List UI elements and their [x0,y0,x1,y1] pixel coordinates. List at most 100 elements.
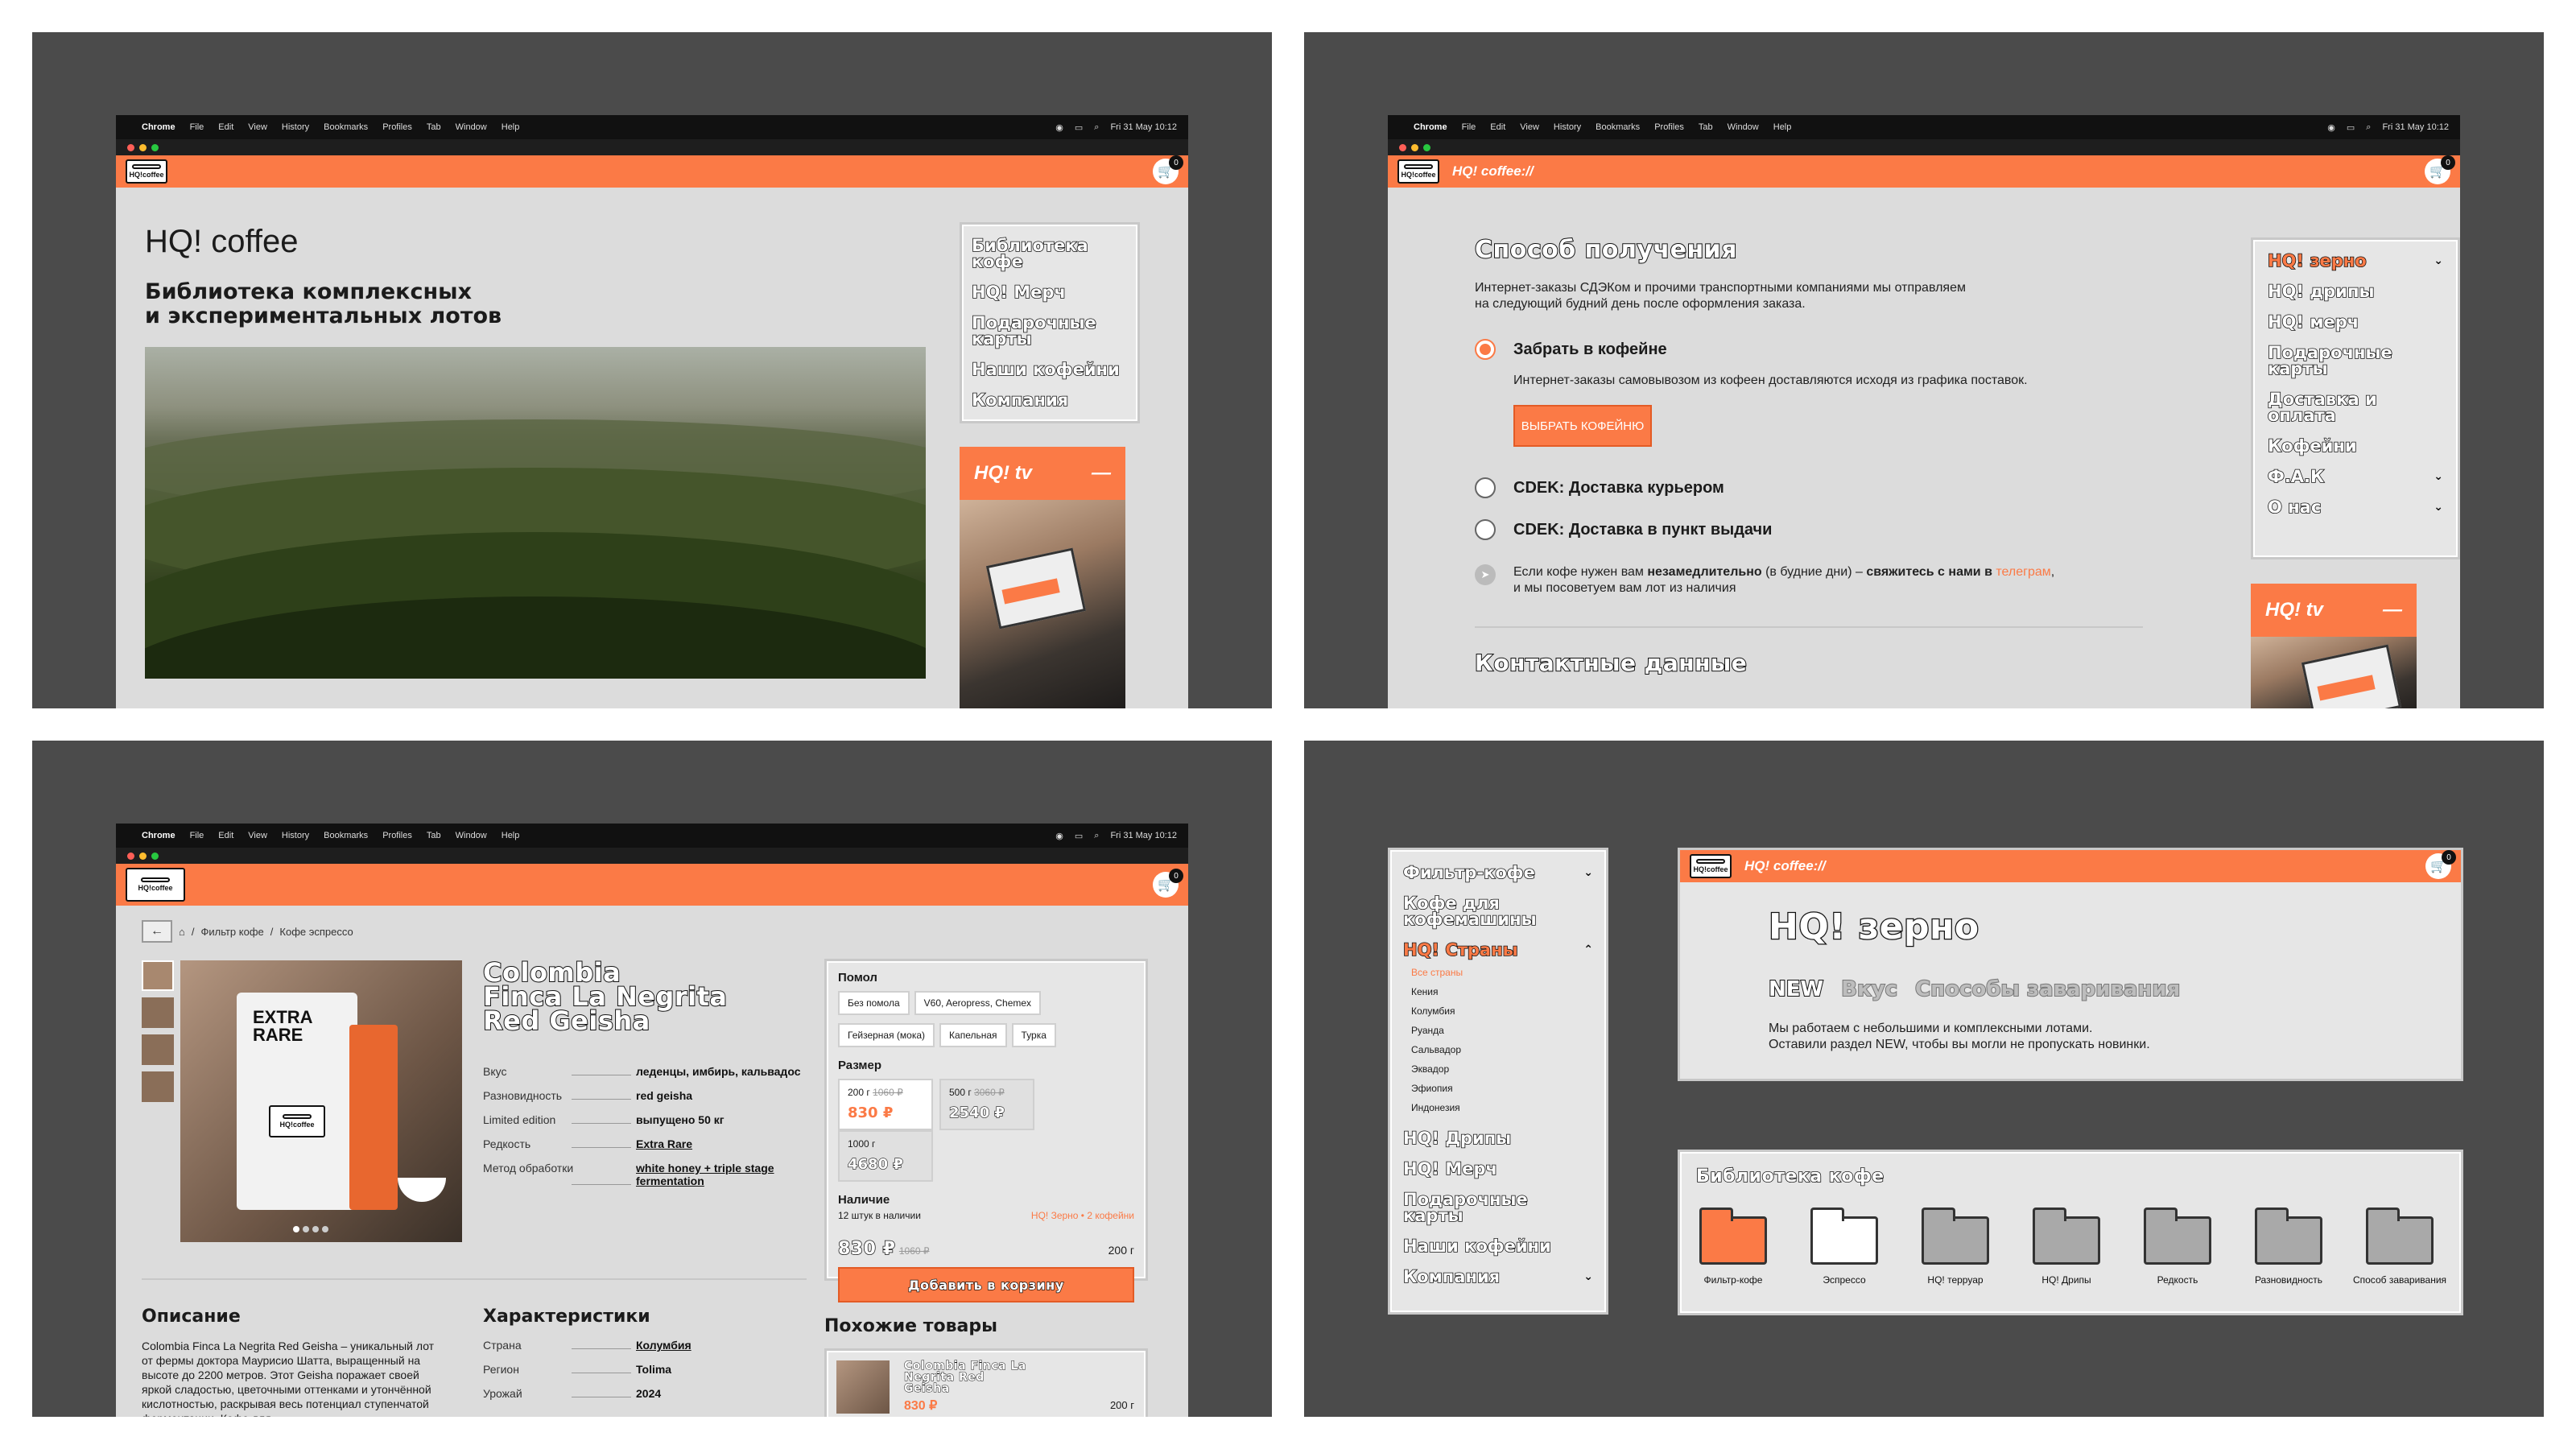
nav-gift-cards[interactable]: Подарочные карты [971,314,1128,349]
search-icon[interactable]: ⌕ [1094,831,1099,841]
radio-pickup-point[interactable] [1475,519,1496,540]
folder-icon[interactable] [1699,1208,1767,1265]
sidebar-gift-cards[interactable]: Подарочные карты [1402,1191,1556,1225]
clock[interactable]: Fri 31 May 10:12 [2382,122,2449,132]
nav-about[interactable]: О нас ⌄ [2267,498,2443,517]
sidebar-machine-coffee[interactable]: Кофе для кофемашины [1402,894,1556,929]
tv-widget[interactable]: HQ! tv — [2251,584,2417,708]
wifi-icon[interactable]: ◉ [2327,122,2335,133]
tv-widget[interactable]: HQ! tv — [960,447,1125,708]
menu-bookmarks[interactable]: Bookmarks [324,831,368,840]
folder-label[interactable]: Редкость [2129,1274,2226,1286]
tv-video[interactable] [960,500,1125,708]
grind-option[interactable]: Без помола [838,991,910,1015]
sidebar-cafes[interactable]: Наши кофейни [1402,1237,1593,1256]
thumbnail[interactable] [142,1034,174,1065]
chevron-down-icon[interactable]: ⌄ [2434,469,2443,485]
search-icon[interactable]: ⌕ [1094,122,1099,133]
folder-label[interactable]: Способ заваривания [2351,1274,2448,1286]
carousel-dot[interactable] [322,1226,328,1232]
menu-view[interactable]: View [1520,122,1539,132]
stock-link[interactable]: HQ! Зерно • 2 кофейни [1031,1210,1134,1221]
wifi-icon[interactable]: ◉ [1055,831,1063,841]
menu-edit[interactable]: Edit [218,831,233,840]
nav-faq[interactable]: Ф.А.К ⌄ [2267,468,2443,486]
sidebar-filter-coffee[interactable]: Фильтр-кофе ⌄ [1402,864,1593,882]
cart-button[interactable]: 🛒 0 [1153,155,1183,184]
telegram-link[interactable]: телеграм [1996,565,2050,579]
country-item[interactable]: Эфиопия [1411,1079,1593,1098]
menu-app[interactable]: Chrome [142,831,175,840]
folder-label[interactable]: Эспрессо [1796,1274,1893,1286]
nav-merch[interactable]: HQ! Мерч [971,283,1128,302]
menu-window[interactable]: Window [456,831,487,840]
carousel-dot[interactable] [293,1226,299,1232]
chevron-up-icon[interactable]: ⌃ [1583,942,1593,958]
menu-help[interactable]: Help [502,831,520,840]
cart-button[interactable]: 🛒 0 [2425,850,2456,879]
thumbnail[interactable] [142,1071,174,1102]
minimize-icon[interactable] [1411,143,1418,151]
choose-cafe-button[interactable]: ВЫБРАТЬ КОФЕЙНЮ [1513,405,1652,447]
tv-collapse-button[interactable]: — [1092,462,1111,485]
menu-view[interactable]: View [248,831,267,840]
country-item[interactable]: Руанда [1411,1021,1593,1040]
nav-library[interactable]: Библиотека кофе [971,237,1128,271]
grind-option[interactable]: Гейзерная (мока) [838,1023,935,1047]
site-logo[interactable]: HQ!coffee [126,868,185,902]
brand-name[interactable]: HQ! coffee:// [1452,163,1534,180]
cart-button[interactable]: 🛒 0 [2425,155,2455,184]
country-item[interactable]: Сальвадор [1411,1040,1593,1059]
folder-label[interactable]: Разновидность [2240,1274,2337,1286]
folder-label[interactable]: Фильтр-кофе [1685,1274,1781,1286]
menu-tab[interactable]: Tab [427,831,441,840]
menu-profiles[interactable]: Profiles [382,122,412,132]
menu-bookmarks[interactable]: Bookmarks [324,122,368,132]
tv-video[interactable] [2251,637,2417,708]
clock[interactable]: Fri 31 May 10:12 [1110,831,1177,840]
site-logo[interactable]: HQ!coffee [1690,854,1732,878]
thumbnail[interactable] [142,997,174,1028]
site-logo[interactable]: HQ!coffee [1397,159,1439,184]
close-icon[interactable] [1399,143,1406,151]
cart-button[interactable]: 🛒 0 [1153,869,1183,898]
minimize-icon[interactable] [139,143,147,151]
country-item[interactable]: Индонезия [1411,1098,1593,1117]
nav-merch[interactable]: HQ! мерч [2267,313,2443,332]
folder-icon[interactable] [1810,1208,1878,1265]
radio-courier[interactable] [1475,477,1496,498]
clock[interactable]: Fri 31 May 10:12 [1110,122,1177,132]
breadcrumb-filter[interactable]: Фильтр кофе [200,926,263,938]
menu-tab[interactable]: Tab [427,122,441,132]
char-value[interactable]: Колумбия [636,1339,691,1352]
chevron-down-icon[interactable]: ⌄ [1583,865,1593,881]
country-item[interactable]: Все страны [1411,963,1593,982]
battery-icon[interactable]: ▭ [1075,831,1083,841]
size-option[interactable]: 200 г 1060 ₽830 ₽ [838,1079,933,1130]
close-icon[interactable] [127,852,134,860]
folder-label[interactable]: HQ! терруар [1907,1274,2004,1286]
menu-tab[interactable]: Tab [1699,122,1713,132]
maximize-icon[interactable] [151,852,159,860]
nav-company[interactable]: Компания [971,391,1128,410]
menu-edit[interactable]: Edit [1490,122,1505,132]
thumbnail[interactable] [142,960,174,991]
menu-window[interactable]: Window [1728,122,1759,132]
grind-option[interactable]: Капельная [939,1023,1007,1047]
menu-help[interactable]: Help [502,122,520,132]
search-icon[interactable]: ⌕ [2366,122,2371,133]
add-to-cart-button[interactable]: Добавить в корзину [838,1267,1134,1302]
menu-app[interactable]: Chrome [1414,122,1447,132]
country-item[interactable]: Кения [1411,982,1593,1001]
folder-icon[interactable] [2144,1208,2211,1265]
home-icon[interactable]: ⌂ [179,926,185,938]
size-option[interactable]: 500 г 3060 ₽2540 ₽ [939,1079,1034,1130]
menu-profiles[interactable]: Profiles [1654,122,1684,132]
minimize-icon[interactable] [139,852,147,860]
menu-window[interactable]: Window [456,122,487,132]
option-pickup[interactable]: Забрать в кофейне [1475,339,1667,360]
sidebar-drips[interactable]: HQ! Дрипы [1402,1129,1593,1148]
spec-value[interactable]: white honey + triple stage fermentation [636,1162,797,1187]
back-button[interactable]: ← [142,920,172,943]
breadcrumb-espresso[interactable]: Кофе эспрессо [279,926,353,938]
